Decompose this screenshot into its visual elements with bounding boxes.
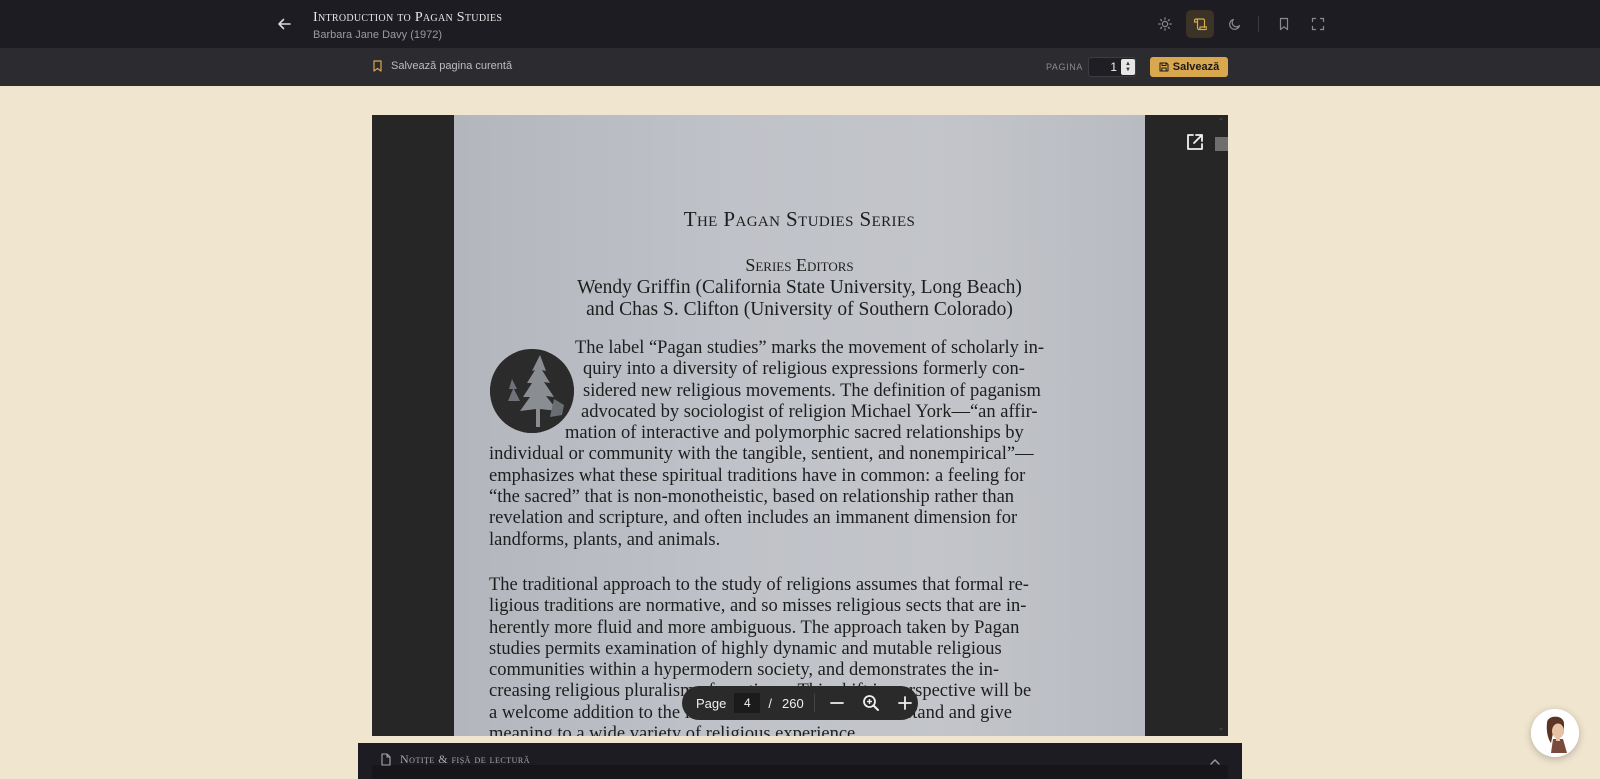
text-line: ligious traditions are normative, and so… [489,596,1027,617]
series-editors-heading: Series Editors [745,255,854,275]
open-external-icon[interactable] [1184,131,1206,153]
text-line: emphasizes what these spiritual traditio… [489,465,1026,486]
page-label: Page [696,695,727,711]
page-scan: The Pagan Studies Series Series Editors … [454,115,1145,736]
pdf-viewer[interactable]: The Pagan Studies Series Series Editors … [372,115,1228,736]
floppy-disk-icon [1159,62,1169,72]
assistant-avatar[interactable] [1531,709,1579,757]
notes-panel-body [372,765,1228,779]
text-line: revelation and scripture, and often incl… [489,508,1018,529]
fullscreen-icon[interactable] [1304,10,1332,38]
scroll-icon[interactable] [1186,10,1214,38]
toolbar-divider [1258,16,1259,32]
zoom-in-icon[interactable] [893,691,917,715]
text-line: meaning to a wide variety of religious e… [489,724,860,736]
scrollbar-thumb[interactable] [1215,137,1228,151]
sun-icon[interactable] [1151,10,1179,38]
editors-line-1: Wendy Griffin (California State Universi… [577,277,1022,298]
text-line: studies permits examination of highly dy… [489,638,1002,659]
back-arrow-icon[interactable] [272,12,296,36]
editors-line-2: and Chas S. Clifton (University of South… [586,299,1013,320]
scroll-down-arrow-icon[interactable]: ⌄ [1216,723,1226,733]
text-line: communities within a hypermodern society… [489,660,999,681]
series-title: The Pagan Studies Series [683,207,916,231]
save-current-page-link[interactable]: Salvează pagina curentă [372,60,512,72]
document-icon [381,753,391,766]
text-line: quiry into a diversity of religious expr… [583,359,1025,380]
text-line: The traditional approach to the study of… [489,575,1029,595]
notes-panel[interactable]: Notițe & fișă de lectură [358,743,1242,779]
current-page-input[interactable] [734,693,761,713]
zoom-search-icon[interactable] [859,691,883,715]
book-title: Introduction to Pagan Studies [313,10,503,25]
text-line: individual or community with the tangibl… [489,444,1034,465]
book-heading: Introduction to Pagan Studies Barbara Ja… [313,10,502,42]
page-number-input[interactable] [1093,59,1117,75]
text-line: herently more fluid and more ambiguous. … [489,617,1020,638]
zoom-out-icon[interactable] [825,691,849,715]
save-button-label: Salvează [1172,61,1220,73]
total-pages: 260 [782,695,804,711]
page-number-stepper[interactable]: ▲▼ [1088,57,1136,77]
page-separator: / [768,695,772,711]
text-line: mation of interactive and polymorphic sa… [565,423,1024,444]
chevron-up-icon[interactable] [1210,753,1220,771]
bookmark-icon [373,60,382,72]
text-line: advocated by sociologist of religion Mic… [581,401,1038,422]
paragraph-1: The label “Pagan studies” marks the move… [489,338,1067,551]
top-bar: Introduction to Pagan Studies Barbara Ja… [0,0,1600,48]
save-button[interactable]: Salvează [1150,57,1228,77]
save-current-page-label: Salvează pagina curentă [391,60,513,72]
text-line: “the sacred” that is non-monotheistic, b… [489,487,1015,508]
spinner-arrows-icon[interactable]: ▲ ▼ [1121,59,1135,75]
notes-panel-title: Notițe & fișă de lectură [400,752,530,766]
bookmark-icon[interactable] [1270,10,1298,38]
text-line: The label “Pagan studies” marks the move… [575,338,1045,358]
scroll-up-arrow-icon[interactable]: ⌃ [1216,117,1226,127]
page-navigation-controls: Page / 260 [682,686,918,720]
text-line: landforms, plants, and animals. [489,529,721,550]
text-line: sidered new religious movements. The def… [583,380,1041,401]
book-author: Barbara Jane Davy (1972) [313,29,443,41]
moon-icon[interactable] [1221,10,1249,38]
vertical-scrollbar[interactable]: ⌃ ⌄ [1213,115,1228,736]
notes-panel-header[interactable]: Notițe & fișă de lectură [380,752,530,767]
page-save-bar: Salvează pagina curentă PAGINA ▲▼ Salvea… [0,48,1600,86]
pagina-label: PAGINA [1046,62,1083,72]
controls-divider [813,694,815,712]
